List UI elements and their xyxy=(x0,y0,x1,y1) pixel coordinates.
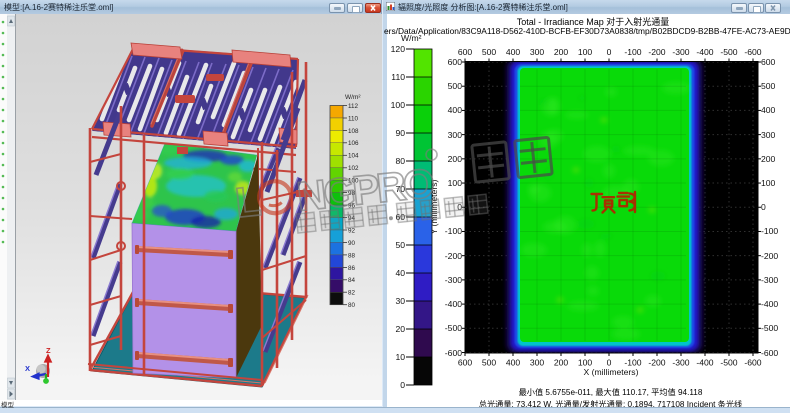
svg-text:200: 200 xyxy=(554,358,569,368)
svg-text:400: 400 xyxy=(761,105,776,115)
svg-text:300: 300 xyxy=(530,358,545,368)
svg-text:-400: -400 xyxy=(696,358,713,368)
svg-text:70: 70 xyxy=(395,184,405,194)
svg-text:98: 98 xyxy=(348,190,356,197)
svg-text:-100: -100 xyxy=(624,47,641,57)
svg-text:X (millimeters): X (millimeters) xyxy=(584,367,639,377)
svg-text:400: 400 xyxy=(506,358,521,368)
svg-text:-200: -200 xyxy=(761,251,778,261)
svg-text:0: 0 xyxy=(607,358,612,368)
svg-text:100: 100 xyxy=(578,358,593,368)
svg-text:110: 110 xyxy=(348,115,359,122)
svg-text:92: 92 xyxy=(348,227,356,234)
svg-text:100: 100 xyxy=(761,178,776,188)
svg-text:400: 400 xyxy=(506,47,521,57)
svg-text:80: 80 xyxy=(348,302,356,309)
svg-text:20: 20 xyxy=(395,324,405,334)
svg-text:500: 500 xyxy=(761,81,776,91)
svg-text:600: 600 xyxy=(458,47,473,57)
svg-text:-600: -600 xyxy=(744,358,761,368)
svg-text:-500: -500 xyxy=(761,323,778,333)
svg-text:106: 106 xyxy=(348,140,359,147)
svg-text:86: 86 xyxy=(348,265,356,272)
svg-text:0: 0 xyxy=(457,202,462,212)
svg-text:W/m²: W/m² xyxy=(345,94,361,101)
svg-text:10: 10 xyxy=(395,352,405,362)
svg-text:-200: -200 xyxy=(648,47,665,57)
svg-text:30: 30 xyxy=(395,296,405,306)
svg-text:0: 0 xyxy=(400,380,405,390)
svg-text:82: 82 xyxy=(348,290,356,297)
svg-text:500: 500 xyxy=(482,358,497,368)
svg-text:110: 110 xyxy=(391,72,405,82)
svg-text:-400: -400 xyxy=(696,47,713,57)
svg-text:-500: -500 xyxy=(720,358,737,368)
svg-text:108: 108 xyxy=(348,128,359,135)
svg-text:-200: -200 xyxy=(445,251,462,261)
svg-text:102: 102 xyxy=(348,165,359,172)
svg-text:94: 94 xyxy=(348,215,356,222)
svg-text:X: X xyxy=(25,364,30,373)
svg-text:0: 0 xyxy=(607,47,612,57)
svg-text:-400: -400 xyxy=(445,299,462,309)
svg-text:120: 120 xyxy=(391,44,406,54)
svg-text:-300: -300 xyxy=(672,47,689,57)
svg-text:60: 60 xyxy=(395,212,405,222)
svg-text:88: 88 xyxy=(348,252,356,259)
svg-text:0: 0 xyxy=(761,202,766,212)
svg-text:-100: -100 xyxy=(761,226,778,236)
svg-text:400: 400 xyxy=(448,105,463,115)
svg-text:300: 300 xyxy=(530,47,545,57)
svg-text:200: 200 xyxy=(448,154,463,164)
svg-text:-500: -500 xyxy=(720,47,737,57)
svg-text:90: 90 xyxy=(395,128,405,138)
svg-text:300: 300 xyxy=(761,130,776,140)
svg-text:-100: -100 xyxy=(624,358,641,368)
svg-text:-300: -300 xyxy=(761,275,778,285)
svg-text:-200: -200 xyxy=(648,358,665,368)
svg-text:104: 104 xyxy=(348,153,359,160)
svg-text:-400: -400 xyxy=(761,299,778,309)
svg-text:200: 200 xyxy=(554,47,569,57)
svg-text:40: 40 xyxy=(395,268,405,278)
svg-text:600: 600 xyxy=(448,57,463,67)
svg-text:-600: -600 xyxy=(744,47,761,57)
svg-text:112: 112 xyxy=(348,103,359,110)
svg-text:100: 100 xyxy=(448,178,463,188)
svg-text:-500: -500 xyxy=(445,323,462,333)
svg-text:500: 500 xyxy=(448,81,463,91)
svg-text:200: 200 xyxy=(761,154,776,164)
svg-text:600: 600 xyxy=(761,57,776,67)
svg-text:100: 100 xyxy=(348,178,359,185)
svg-text:100: 100 xyxy=(391,100,406,110)
svg-text:-300: -300 xyxy=(445,275,462,285)
svg-text:90: 90 xyxy=(348,240,356,247)
svg-text:84: 84 xyxy=(348,277,356,284)
svg-text:Z: Z xyxy=(46,346,51,355)
svg-text:50: 50 xyxy=(395,240,405,250)
svg-text:80: 80 xyxy=(395,156,405,166)
svg-text:-300: -300 xyxy=(672,358,689,368)
svg-text:600: 600 xyxy=(458,358,473,368)
svg-text:-600: -600 xyxy=(445,348,462,358)
svg-text:-600: -600 xyxy=(761,348,778,358)
svg-text:-100: -100 xyxy=(445,226,462,236)
svg-text:100: 100 xyxy=(578,47,593,57)
svg-text:300: 300 xyxy=(448,130,463,140)
svg-text:96: 96 xyxy=(348,203,356,210)
svg-text:500: 500 xyxy=(482,47,497,57)
